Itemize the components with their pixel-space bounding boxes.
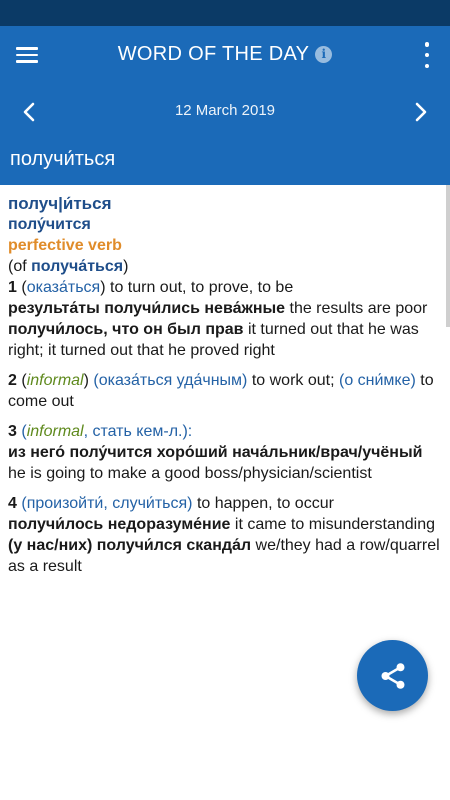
sense-gloss: , стать кем-л.): [83,423,193,440]
sense-2: 2 (informal) (оказа́ться уда́чным) to wo… [8,370,442,412]
example-russian: получи́лось недоразуме́ние [8,516,231,533]
example-russian: результа́ты получи́лись нева́жные [8,300,286,317]
status-bar [0,0,450,26]
sense-gloss: (произойти́, случи́ться) [21,495,193,512]
share-icon [381,662,404,689]
sense-translation: to happen, to occur [192,495,334,512]
date-navigator: 12 March 2019 [0,100,450,124]
sense-3: 3 (informal, стать кем-л.): [8,421,442,442]
aspect-pair-link[interactable]: получа́ться [31,258,123,275]
app-bar: WORD OF THE DAY i 12 March 2019 получи́ть… [0,26,450,185]
sense-1: 1 (оказа́ться) to turn out, to prove, to… [8,277,442,298]
sense-number: 3 [8,423,17,440]
chevron-right-icon[interactable] [408,100,432,124]
example: получи́лось недоразуме́ние it came to mi… [8,514,442,535]
usage-label: informal [26,372,84,389]
example-english: the results are poor [285,300,428,317]
sense-number: 1 [8,279,17,296]
aspect-pair-line: (of получа́ться) [8,256,442,277]
entry-future-form: полу́чится [8,216,91,233]
example-russian: из него́ полу́чится хоро́ший нача́льник/… [8,444,423,461]
entry-headword: получ|и́ться [8,194,112,213]
part-of-speech: perfective verb [8,237,122,254]
sense-number: 2 [8,372,17,389]
sense-translation: to work out; [247,372,339,389]
example-russian: (у нас/них) получи́лся сканда́л [8,537,252,554]
headword: получи́ться [10,148,116,170]
example-english: it came to misunderstanding [230,516,435,533]
example: получи́лось, что он был прав it turned o… [8,319,442,361]
example: из него́ полу́чится хоро́ший нача́льник/… [8,442,442,484]
paren-open: ( [16,423,27,440]
sense-gloss: (оказа́ться уда́чным) [93,372,248,389]
example-russian: получи́лось, что он был прав [8,321,244,338]
sense-4: 4 (произойти́, случи́ться) to happen, to… [8,493,442,514]
page-title: WORD OF THE DAY [117,43,310,65]
example-english: he is going to make a good boss/physicia… [8,465,372,482]
aspect-suffix: ) [123,258,129,275]
info-icon[interactable]: i [315,46,333,63]
example: результа́ты получи́лись нева́жные the re… [8,298,442,319]
paren-close: ) [83,372,94,389]
sense-gloss-2: (о сни́мке) [338,372,416,389]
sense-number: 4 [8,495,17,512]
sense-translation: to turn out, to prove, to be [105,279,294,296]
sense-gloss: оказа́ться [26,279,101,296]
more-vertical-icon[interactable] [420,42,434,68]
usage-label: informal [26,423,84,440]
scrollbar[interactable] [446,185,450,327]
date-label: 12 March 2019 [174,102,276,119]
paren-open: ( [16,372,27,389]
example: (у нас/них) получи́лся сканда́л we/they … [8,535,442,577]
share-button[interactable] [357,640,428,711]
paren-open: ( [16,279,27,296]
aspect-prefix: (of [8,258,32,275]
title-wrap: WORD OF THE DAY i [0,43,450,66]
